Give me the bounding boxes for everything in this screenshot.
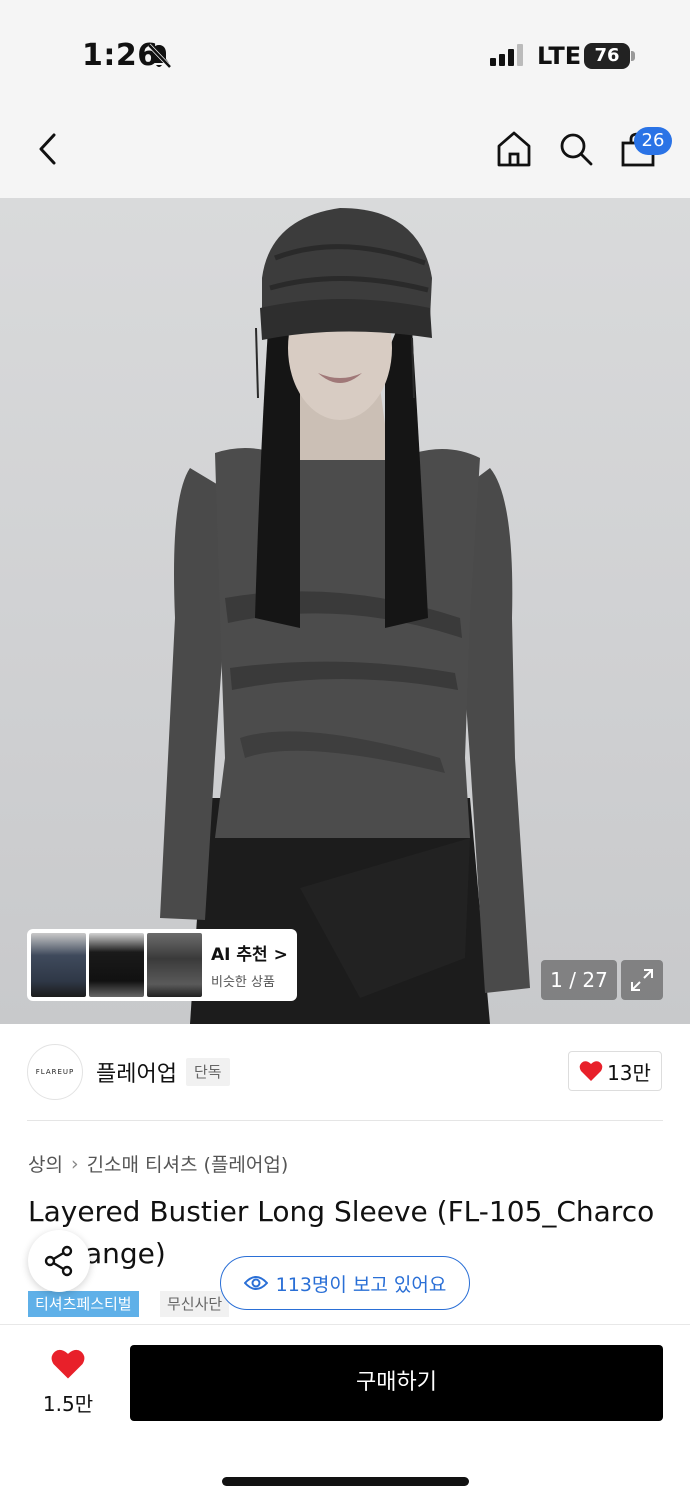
recommend-thumb-2[interactable] — [89, 933, 144, 997]
home-button[interactable] — [490, 125, 538, 173]
brand-like-count: 13만 — [607, 1060, 651, 1085]
search-button[interactable] — [552, 125, 600, 173]
battery-level: 76 — [584, 43, 630, 69]
viewers-pill: 113명이 보고 있어요 — [220, 1256, 470, 1310]
wishlist-count: 1.5만 — [42, 1392, 94, 1416]
image-counter: 1 / 27 — [541, 960, 617, 1000]
search-icon — [560, 133, 593, 166]
status-bar: 1:26 LTE 76 — [0, 0, 690, 100]
breadcrumb-category[interactable]: 상의 — [28, 1150, 63, 1177]
share-button[interactable] — [28, 1230, 90, 1292]
home-indicator — [222, 1477, 469, 1486]
buy-button[interactable]: 구매하기 — [130, 1345, 663, 1421]
network-type: LTE — [537, 42, 582, 70]
cart-count-badge: 26 — [634, 127, 672, 155]
brand-like-button[interactable]: 13만 — [568, 1051, 662, 1091]
musinsa-tag[interactable]: 무신사단 — [160, 1291, 230, 1317]
chevron-right-icon: › — [70, 1152, 79, 1175]
product-header — [0, 100, 690, 198]
breadcrumb-subcategory[interactable]: 긴소매 티셔츠 (플레어업) — [87, 1150, 289, 1177]
expand-icon — [631, 969, 653, 991]
heart-icon — [51, 1349, 85, 1379]
divider — [27, 1120, 663, 1121]
back-button[interactable] — [24, 125, 72, 173]
festival-tag[interactable]: 티셔츠페스티벌 — [28, 1291, 139, 1317]
wishlist-button[interactable]: 1.5만 — [36, 1348, 100, 1417]
ai-recommend-subtitle: 비슷한 상품 — [211, 975, 275, 990]
recommend-thumb-3[interactable] — [147, 933, 202, 997]
heart-icon — [579, 1061, 603, 1081]
ai-recommend-card[interactable]: AI 추천 > 비슷한 상품 — [27, 929, 297, 1001]
expand-button[interactable] — [621, 960, 663, 1000]
recommend-thumb-1[interactable] — [31, 933, 86, 997]
viewers-label: 113명이 보고 있어요 — [275, 1273, 447, 1296]
chevron-left-icon — [39, 133, 56, 165]
share-icon — [44, 1245, 73, 1277]
product-image-gallery[interactable] — [0, 198, 690, 1024]
exclusive-badge: 단독 — [186, 1058, 230, 1086]
battery-cap — [631, 51, 635, 61]
signal-icon — [490, 44, 524, 70]
product-photo — [160, 208, 530, 1024]
ai-recommend-title: AI 추천 > — [211, 945, 288, 965]
breadcrumb: 상의 › 긴소매 티셔츠 (플레어업) — [28, 1150, 288, 1177]
home-icon — [497, 131, 531, 167]
eye-icon — [243, 1276, 268, 1290]
bell-slash-icon — [146, 42, 172, 74]
product-title-line-1: Layered Bustier Long Sleeve (FL-105_Char… — [28, 1195, 655, 1228]
brand-logo[interactable]: FLAREUP — [27, 1044, 83, 1100]
brand-name[interactable]: 플레어업 — [96, 1056, 177, 1088]
